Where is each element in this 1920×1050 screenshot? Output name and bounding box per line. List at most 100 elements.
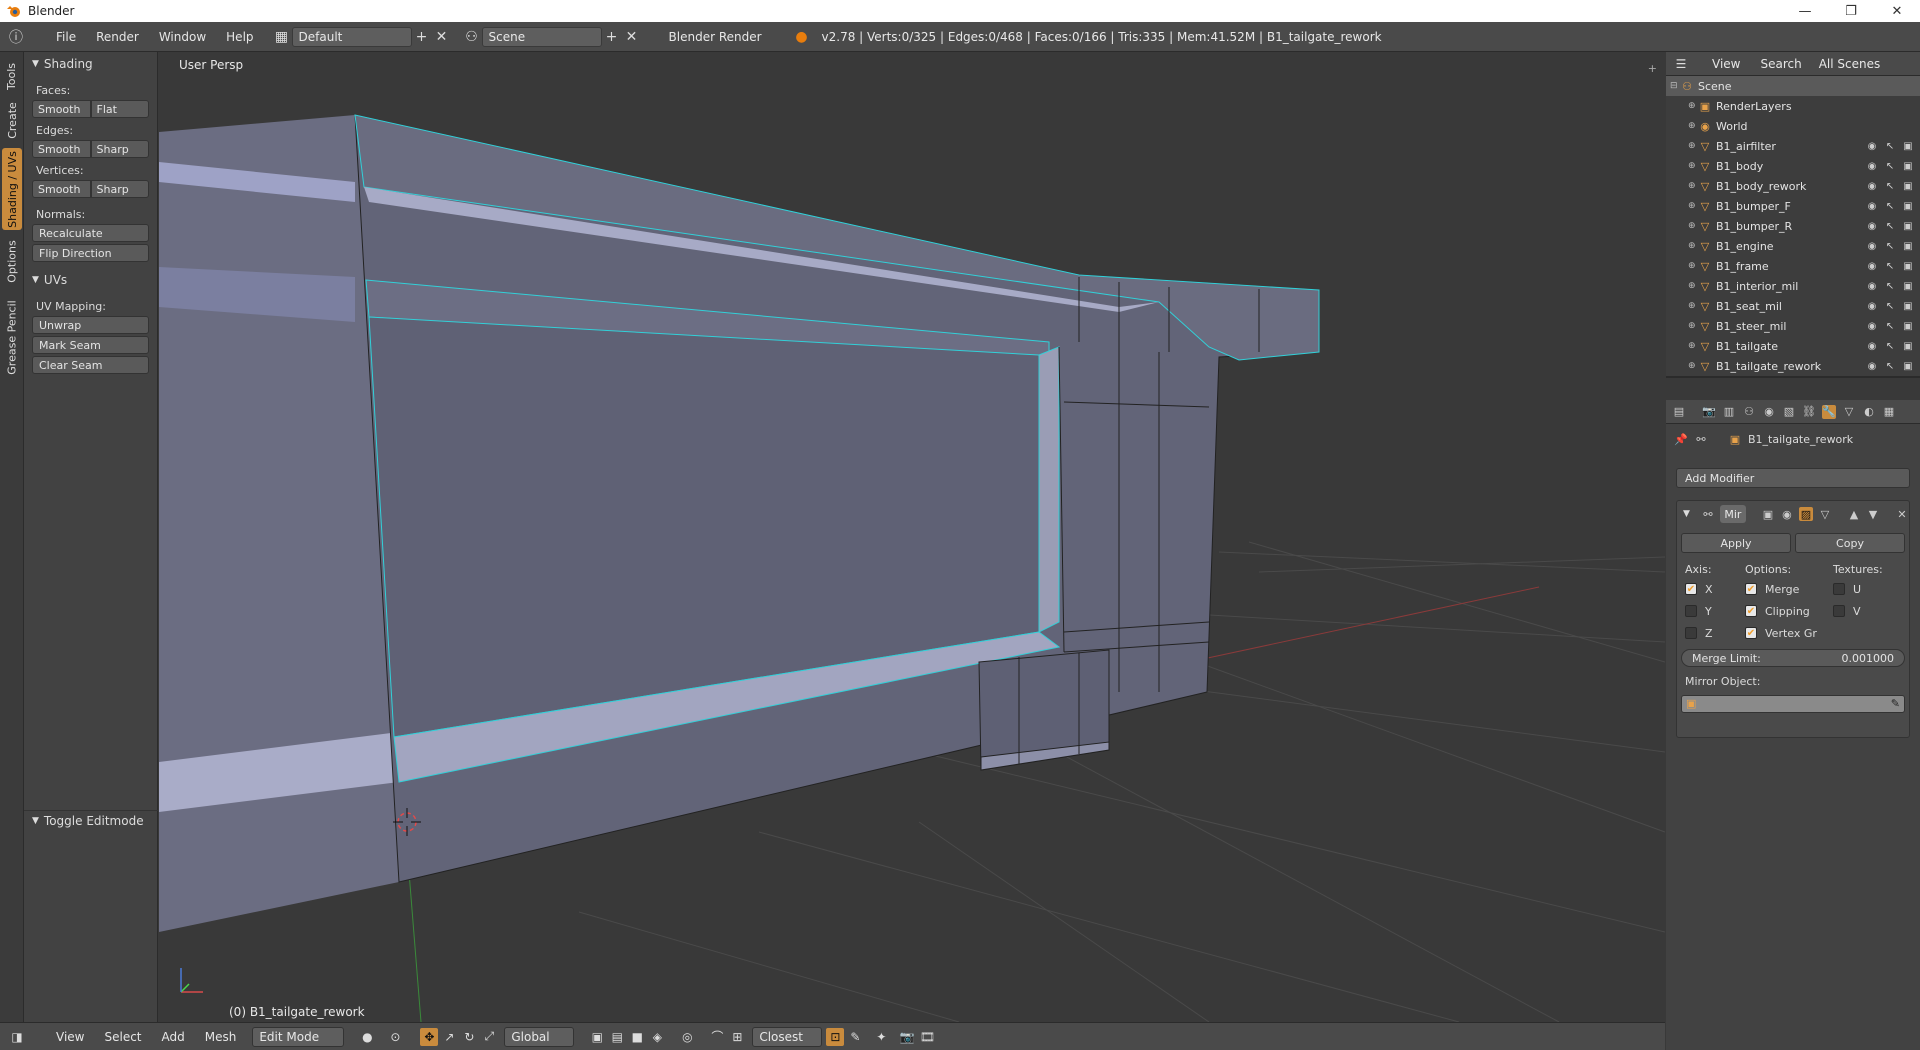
render-toggle-icon[interactable]: ▣ bbox=[1902, 141, 1914, 152]
outliner-display-mode[interactable]: All Scenes bbox=[1811, 53, 1902, 74]
outliner-row[interactable]: ⊕ ▽ B1_body_rework ◉ ↖ ▣ bbox=[1666, 176, 1920, 196]
tab-shading-uvs[interactable]: Shading / UVs bbox=[2, 148, 22, 230]
remove-modifier-icon[interactable]: ✕ bbox=[1895, 507, 1909, 521]
faces-flat-button[interactable]: Flat bbox=[90, 100, 149, 118]
edges-smooth-button[interactable]: Smooth bbox=[32, 140, 91, 158]
expand-toggle-icon[interactable]: ⊕ bbox=[1688, 161, 1698, 171]
render-toggle-icon[interactable]: ▣ bbox=[1902, 361, 1914, 372]
scene-tab-icon[interactable]: ⚇ bbox=[1742, 405, 1756, 419]
render-anim-icon[interactable]: 🎞 bbox=[918, 1028, 936, 1046]
mark-seam-button[interactable]: Mark Seam bbox=[32, 336, 149, 354]
vertices-smooth-button[interactable]: Smooth bbox=[32, 180, 91, 198]
data-tab-icon[interactable]: ▽ bbox=[1842, 405, 1856, 419]
cursor-select-icon[interactable]: ↖ bbox=[1884, 261, 1896, 272]
constraints-tab-icon[interactable]: ⛓ bbox=[1802, 405, 1816, 419]
expand-toggle-icon[interactable]: ⊕ bbox=[1688, 101, 1698, 111]
material-tab-icon[interactable]: ◐ bbox=[1862, 405, 1876, 419]
translate-icon[interactable]: ↗ bbox=[440, 1028, 458, 1046]
copy-button[interactable]: Copy bbox=[1795, 533, 1905, 553]
merge-limit-field[interactable]: Merge Limit: 0.001000 bbox=[1681, 649, 1905, 667]
menu-view[interactable]: View bbox=[46, 1030, 94, 1044]
eye-icon[interactable]: ◉ bbox=[1866, 261, 1878, 272]
snap-toggle-icon[interactable]: ⌒ bbox=[708, 1028, 726, 1046]
outliner-row[interactable]: ⊕ ▣ RenderLayers bbox=[1666, 96, 1920, 116]
snap-target-select[interactable]: Closest bbox=[752, 1026, 823, 1047]
outliner-row[interactable]: ⊕ ▽ B1_bumper_R ◉ ↖ ▣ bbox=[1666, 216, 1920, 236]
world-tab-icon[interactable]: ◉ bbox=[1762, 405, 1776, 419]
modifier-collapse-icon[interactable]: ▼ bbox=[1683, 509, 1690, 519]
tab-options[interactable]: Options bbox=[2, 236, 22, 286]
edge-select-icon[interactable]: ▤ bbox=[608, 1028, 626, 1046]
render-toggle-icon[interactable]: ▣ bbox=[1902, 161, 1914, 172]
eye-icon[interactable]: ◉ bbox=[1866, 141, 1878, 152]
tab-tools[interactable]: Tools bbox=[2, 58, 22, 94]
add-modifier-button[interactable]: Add Modifier bbox=[1676, 468, 1910, 488]
eyedropper-icon[interactable]: ✎ bbox=[1891, 697, 1900, 710]
edges-sharp-button[interactable]: Sharp bbox=[90, 140, 149, 158]
eye-icon[interactable]: ◉ bbox=[1866, 161, 1878, 172]
vertex-select-icon[interactable]: ▣ bbox=[588, 1028, 606, 1046]
expand-toggle-icon[interactable]: ⊕ bbox=[1688, 321, 1698, 331]
render-toggle-icon[interactable]: ▣ bbox=[1902, 321, 1914, 332]
expand-toggle-icon[interactable]: ⊕ bbox=[1688, 341, 1698, 351]
scale-icon[interactable]: ⤢ bbox=[480, 1028, 498, 1046]
eye-icon[interactable]: ◉ bbox=[1866, 221, 1878, 232]
axis-y-checkbox[interactable] bbox=[1685, 605, 1697, 617]
outliner-editor-icon[interactable]: ☰ bbox=[1672, 55, 1690, 73]
outliner-row[interactable]: ⊕ ▽ B1_frame ◉ ↖ ▣ bbox=[1666, 256, 1920, 276]
axis-x-checkbox[interactable]: ✔ bbox=[1685, 583, 1697, 595]
mode-select[interactable]: Edit Mode bbox=[252, 1026, 345, 1047]
limit-selection-icon[interactable]: ◈ bbox=[648, 1028, 666, 1046]
render-engine-select[interactable]: Blender Render bbox=[661, 26, 772, 47]
clear-seam-button[interactable]: Clear Seam bbox=[32, 356, 149, 374]
menu-help[interactable]: Help bbox=[216, 30, 263, 44]
screen-layout-icon[interactable]: ▦ bbox=[272, 27, 292, 47]
menu-window[interactable]: Window bbox=[149, 30, 216, 44]
render-toggle-icon[interactable]: ▣ bbox=[1902, 341, 1914, 352]
cursor-select-icon[interactable]: ↖ bbox=[1884, 281, 1896, 292]
faces-smooth-button[interactable]: Smooth bbox=[32, 100, 91, 118]
snap-align-icon[interactable]: ⊡ bbox=[826, 1027, 845, 1046]
pivot-point-icon[interactable]: ⊙ bbox=[386, 1028, 404, 1046]
outliner-row[interactable]: ⊟ ⚇ Scene bbox=[1666, 76, 1920, 96]
vertex-groups-checkbox[interactable]: ✔ bbox=[1745, 627, 1757, 639]
cursor-select-icon[interactable]: ↖ bbox=[1884, 181, 1896, 192]
menu-add[interactable]: Add bbox=[152, 1030, 195, 1044]
render-layers-tab-icon[interactable]: ▥ bbox=[1722, 405, 1736, 419]
expand-toggle-icon[interactable]: ⊟ bbox=[1670, 81, 1680, 91]
menu-select[interactable]: Select bbox=[94, 1030, 151, 1044]
screen-layout-field[interactable]: Default bbox=[291, 26, 412, 47]
recalculate-button[interactable]: Recalculate bbox=[32, 224, 149, 242]
outliner-row[interactable]: ⊕ ▽ B1_tailgate_rework ◉ ↖ ▣ bbox=[1666, 356, 1920, 376]
expand-toggle-icon[interactable]: ⊕ bbox=[1688, 241, 1698, 251]
remove-layout-icon[interactable]: ✕ bbox=[432, 27, 452, 47]
render-toggle-icon[interactable]: ▣ bbox=[1902, 201, 1914, 212]
outliner-menu-view[interactable]: View bbox=[1702, 57, 1750, 71]
expand-toggle-icon[interactable]: ⊕ bbox=[1688, 121, 1698, 131]
outliner-row[interactable]: ⊕ ▽ B1_engine ◉ ↖ ▣ bbox=[1666, 236, 1920, 256]
outliner-row[interactable]: ⊕ ▽ B1_airfilter ◉ ↖ ▣ bbox=[1666, 136, 1920, 156]
manipulator-icon[interactable]: ✥ bbox=[420, 1027, 439, 1046]
expand-toggle-icon[interactable]: ⊕ bbox=[1688, 221, 1698, 231]
cursor-select-icon[interactable]: ↖ bbox=[1884, 301, 1896, 312]
add-layout-icon[interactable]: + bbox=[412, 27, 432, 47]
eye-icon[interactable]: ◉ bbox=[1866, 241, 1878, 252]
3d-viewport[interactable]: User Persp (0) B1_tailgate_rework + bbox=[159, 52, 1665, 1022]
mirror-object-field[interactable]: ▣ ✎ bbox=[1681, 695, 1905, 713]
properties-editor-icon[interactable]: ▤ bbox=[1672, 405, 1686, 419]
eye-icon[interactable]: ◉ bbox=[1866, 361, 1878, 372]
modifier-name-field[interactable]: Mir bbox=[1719, 505, 1746, 523]
expand-toggle-icon[interactable]: ⊕ bbox=[1688, 201, 1698, 211]
clipping-checkbox[interactable]: ✔ bbox=[1745, 605, 1757, 617]
render-toggle-icon[interactable]: ▣ bbox=[1902, 181, 1914, 192]
eye-icon[interactable]: ◉ bbox=[1866, 321, 1878, 332]
menu-file[interactable]: File bbox=[46, 30, 86, 44]
outliner-row[interactable]: ⊕ ▽ B1_steer_mil ◉ ↖ ▣ bbox=[1666, 316, 1920, 336]
cursor-select-icon[interactable]: ↖ bbox=[1884, 361, 1896, 372]
render-toggle-icon[interactable]: ▣ bbox=[1902, 221, 1914, 232]
outliner-row[interactable]: ⊕ ▽ B1_seat_mil ◉ ↖ ▣ bbox=[1666, 296, 1920, 316]
render-still-icon[interactable]: 📷 bbox=[898, 1028, 916, 1046]
snap-project-icon[interactable]: ✎ bbox=[846, 1028, 864, 1046]
texture-v-checkbox[interactable] bbox=[1833, 605, 1845, 617]
cursor-select-icon[interactable]: ↖ bbox=[1884, 241, 1896, 252]
